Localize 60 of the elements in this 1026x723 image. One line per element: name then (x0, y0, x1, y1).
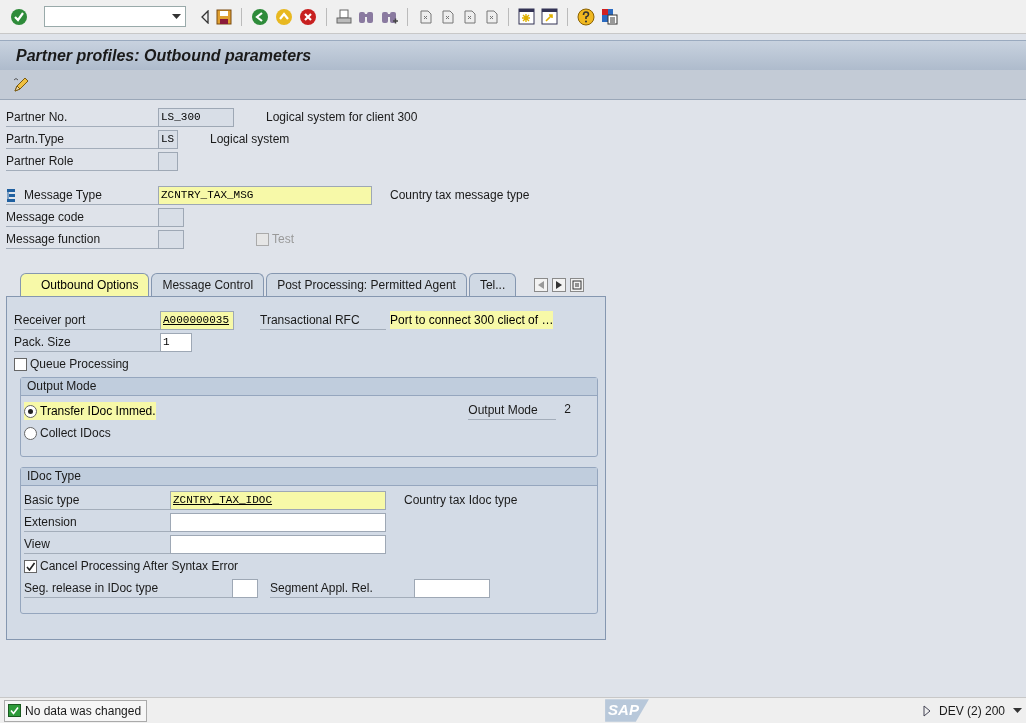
tab[interactable]: Tel... (468, 273, 517, 296)
input-field[interactable]: LS (158, 129, 178, 149)
cancel-icon[interactable] (299, 7, 317, 26)
tab[interactable]: Message Control (151, 273, 265, 296)
new-window-icon[interactable] (518, 8, 535, 25)
sap-logo: SAP (605, 699, 649, 722)
success-check-icon (8, 704, 21, 717)
field-description: Logical system (210, 131, 290, 148)
radio-option[interactable]: Transfer IDoc Immed. (24, 402, 156, 420)
input-field[interactable] (158, 229, 184, 249)
hierarchy-icon (6, 187, 16, 202)
cancel-processing-checkbox[interactable]: Cancel Processing After Syntax Error (24, 557, 239, 575)
dropdown-caret-icon[interactable] (1013, 708, 1022, 713)
input-field[interactable] (414, 578, 490, 598)
input-field[interactable] (158, 151, 178, 171)
layout-menu-icon[interactable] (601, 8, 618, 25)
check-icon (26, 561, 35, 571)
dropdown-caret-icon[interactable] (172, 14, 181, 19)
group-header: IDoc Type (21, 468, 597, 486)
input-field[interactable] (170, 512, 386, 532)
field-description: Transactional RFC (260, 310, 386, 330)
shortcut-window-icon[interactable] (541, 8, 558, 25)
enter-check-icon[interactable] (10, 7, 28, 26)
triangle-right-icon[interactable] (922, 704, 931, 717)
tab[interactable]: Outbound Options (20, 273, 150, 296)
command-field[interactable] (44, 6, 186, 27)
tab-list-icon (572, 280, 583, 290)
tab[interactable]: Post Processing: Permitted Agent (266, 273, 467, 296)
field-label: Output Mode (468, 400, 557, 420)
field-description: Country tax Idoc type (404, 492, 518, 509)
pencil-icon[interactable] (12, 75, 30, 94)
triangle-right-icon (556, 281, 563, 289)
input-field[interactable] (170, 534, 386, 554)
input-field[interactable]: A000000035 (160, 310, 234, 330)
printer-icon[interactable] (336, 8, 352, 25)
field-label: Seg. release in IDoc type (24, 578, 232, 598)
tab-scroll-right-button[interactable] (552, 278, 567, 292)
radio-dot-icon (28, 408, 33, 414)
input-field[interactable] (232, 578, 258, 598)
queue-processing-checkbox[interactable]: Queue Processing (14, 355, 129, 373)
field-value: 2 (564, 401, 571, 418)
input-field[interactable]: ZCNTRY_TAX_IDOC (170, 490, 386, 510)
help-icon[interactable] (577, 7, 595, 26)
group-header: Output Mode (21, 378, 597, 396)
radio-option[interactable]: Collect IDocs (24, 424, 111, 442)
input-field[interactable] (158, 207, 184, 227)
field-description: Port to connect 300 cliect of … (390, 311, 554, 329)
field-description: Logical system for client 300 (266, 109, 418, 126)
save-icon[interactable] (216, 8, 232, 25)
field-label: Message Type (24, 186, 102, 204)
input-field[interactable]: LS_300 (158, 107, 234, 127)
screen-title: Partner profiles: Outbound parameters (16, 45, 312, 66)
triangle-left-icon (538, 281, 545, 289)
triangle-left-icon[interactable] (200, 9, 210, 24)
input-field[interactable]: ZCNTRY_TAX_MSG (158, 185, 372, 205)
input-field[interactable]: 1 (160, 332, 192, 352)
status-message: No data was changed (25, 702, 142, 720)
back-icon[interactable] (251, 7, 269, 26)
field-description: Country tax message type (390, 187, 530, 204)
system-info: DEV (2) 200 (938, 702, 1005, 720)
